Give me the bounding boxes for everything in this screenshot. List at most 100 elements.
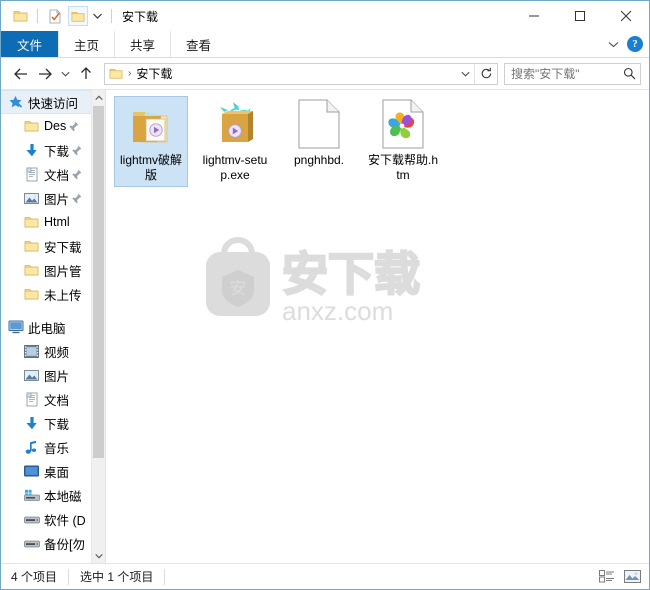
- sidebar-item-quick-access-1[interactable]: 下载: [1, 138, 91, 162]
- properties-icon[interactable]: [45, 6, 65, 26]
- file-item[interactable]: lightmv破解版: [114, 96, 188, 187]
- recent-locations-button[interactable]: [57, 62, 74, 86]
- folder-icon: [23, 118, 40, 135]
- sidebar-item-this-pc-4[interactable]: 音乐: [1, 435, 91, 459]
- download-arrow-icon: [23, 415, 40, 432]
- search-box[interactable]: [504, 62, 641, 85]
- watermark-url: anxz.com: [282, 296, 393, 326]
- sidebar-item-label: 音乐: [44, 441, 70, 456]
- pictures-icon: [23, 367, 40, 384]
- explorer-body: 快速访问 Des 下载 文档 图片 Html 安下载 图片管 未上传 此电脑 视…: [1, 90, 649, 563]
- status-bar: 4 个项目 选中 1 个项目: [1, 563, 649, 589]
- document-icon: [23, 166, 40, 183]
- breadcrumb-separator: ›: [128, 68, 132, 79]
- file-name-label: 安下载帮助.htm: [368, 153, 439, 182]
- breadcrumb[interactable]: › 安下载: [105, 65, 456, 82]
- sidebar-item-this-pc-2[interactable]: 文档: [1, 387, 91, 411]
- pinwheel-html-icon: [378, 99, 428, 149]
- file-grid: lightmv破解版 lightmv-setup.exe pnghhbd. 安下…: [106, 90, 649, 187]
- sidebar-item-label: 软件 (D: [44, 513, 86, 528]
- large-icons-view-icon[interactable]: [623, 568, 641, 586]
- tab-file[interactable]: 文件: [1, 31, 59, 57]
- file-name-label: lightmv破解版: [119, 153, 182, 182]
- svg-text:安: 安: [230, 279, 247, 298]
- sidebar-item-this-pc-1[interactable]: 图片: [1, 363, 91, 387]
- new-folder-icon[interactable]: [68, 6, 88, 26]
- refresh-icon[interactable]: [474, 63, 497, 84]
- sidebar-item-this-pc-6[interactable]: 本地磁: [1, 483, 91, 507]
- folder-icon: [23, 286, 40, 303]
- sidebar-item-label: Html: [44, 215, 70, 229]
- sidebar-item-this-pc-0[interactable]: 视频: [1, 339, 91, 363]
- title-bar: 安下载: [1, 1, 649, 31]
- close-button[interactable]: [603, 1, 649, 31]
- sidebar-item-this-pc-7[interactable]: 软件 (D: [1, 507, 91, 531]
- sidebar-item-label: 安下载: [44, 240, 82, 255]
- up-button[interactable]: [74, 62, 98, 86]
- star-pin-icon: [7, 94, 24, 111]
- chevron-down-icon[interactable]: [456, 64, 474, 84]
- sidebar-item-label: 此电脑: [28, 321, 66, 336]
- sidebar-scrollbar[interactable]: [91, 90, 105, 563]
- pin-icon: [72, 169, 82, 180]
- tab-home[interactable]: 主页: [58, 31, 114, 57]
- sidebar-item-label: 下载: [44, 417, 70, 432]
- sidebar-item-label: 备份[勿: [44, 537, 85, 552]
- quick-access-toolbar: 安下载: [1, 6, 158, 26]
- folder-icon: [109, 67, 123, 80]
- desktop-icon: [23, 463, 40, 480]
- toolbar-divider-2: [111, 9, 112, 23]
- ribbon-tabs: 文件 主页 共享 查看 ?: [1, 31, 649, 58]
- navigation-pane: 快速访问 Des 下载 文档 图片 Html 安下载 图片管 未上传 此电脑 视…: [1, 90, 106, 563]
- search-icon[interactable]: [618, 64, 640, 84]
- scrollbar-thumb[interactable]: [93, 106, 104, 458]
- sidebar-item-label: 未上传: [44, 288, 82, 303]
- sidebar-item-this-pc-5[interactable]: 桌面: [1, 459, 91, 483]
- sidebar-item-quick-access-7[interactable]: 未上传: [1, 282, 91, 306]
- drive-icon: [23, 511, 40, 528]
- search-input[interactable]: [505, 65, 618, 82]
- pin-icon: [69, 121, 79, 132]
- nav-group-gap: [1, 306, 91, 315]
- toolbar-divider: [37, 9, 38, 23]
- forward-button[interactable]: [33, 62, 57, 86]
- file-list-pane[interactable]: lightmv破解版 lightmv-setup.exe pnghhbd. 安下…: [106, 90, 649, 563]
- sidebar-item-quick-access-0[interactable]: Des: [1, 114, 91, 138]
- status-divider: [68, 568, 70, 585]
- local-disk-icon: [23, 487, 40, 504]
- file-item[interactable]: pnghhbd.: [282, 96, 356, 187]
- sidebar-item-label: Des: [44, 119, 67, 133]
- maximize-button[interactable]: [557, 1, 603, 31]
- sidebar-item-quick-access-5[interactable]: 安下载: [1, 234, 91, 258]
- item-count-label: 4 个项目: [11, 570, 58, 584]
- minimize-button[interactable]: [511, 1, 557, 31]
- breadcrumb-current[interactable]: 安下载: [136, 65, 172, 82]
- address-field[interactable]: › 安下载: [104, 62, 498, 85]
- back-button[interactable]: [9, 62, 33, 86]
- sidebar-item-this-pc[interactable]: 此电脑: [1, 315, 91, 339]
- document-icon: [23, 391, 40, 408]
- sidebar-item-label: 本地磁: [44, 489, 82, 504]
- file-item[interactable]: 安下载帮助.htm: [366, 96, 440, 187]
- sidebar-item-quick-access[interactable]: 快速访问: [1, 90, 91, 114]
- help-icon[interactable]: ?: [627, 36, 643, 52]
- file-item[interactable]: lightmv-setup.exe: [198, 96, 272, 187]
- details-view-icon[interactable]: [597, 568, 615, 586]
- sidebar-item-quick-access-6[interactable]: 图片管: [1, 258, 91, 282]
- sidebar-item-quick-access-4[interactable]: Html: [1, 210, 91, 234]
- setup-box-icon: [210, 99, 260, 149]
- watermark-brand-cn: 安下载: [282, 248, 420, 300]
- folder-icon: [23, 214, 40, 231]
- chevron-down-icon[interactable]: [92, 548, 105, 563]
- chevron-down-icon[interactable]: [91, 6, 104, 26]
- sidebar-item-this-pc-8[interactable]: 备份[勿: [1, 531, 91, 555]
- sidebar-item-quick-access-2[interactable]: 文档: [1, 162, 91, 186]
- sidebar-item-this-pc-3[interactable]: 下载: [1, 411, 91, 435]
- explorer-window: 安下载 文件 主页 共享 查看 ? › 安下载 搜索"安下载" 快速访问 Des…: [0, 0, 650, 590]
- tab-view[interactable]: 查看: [170, 31, 226, 57]
- tab-share[interactable]: 共享: [114, 31, 170, 57]
- chevron-down-icon[interactable]: [608, 37, 619, 51]
- sidebar-item-quick-access-3[interactable]: 图片: [1, 186, 91, 210]
- chevron-up-icon[interactable]: [92, 90, 105, 105]
- folder-icon[interactable]: [10, 6, 30, 26]
